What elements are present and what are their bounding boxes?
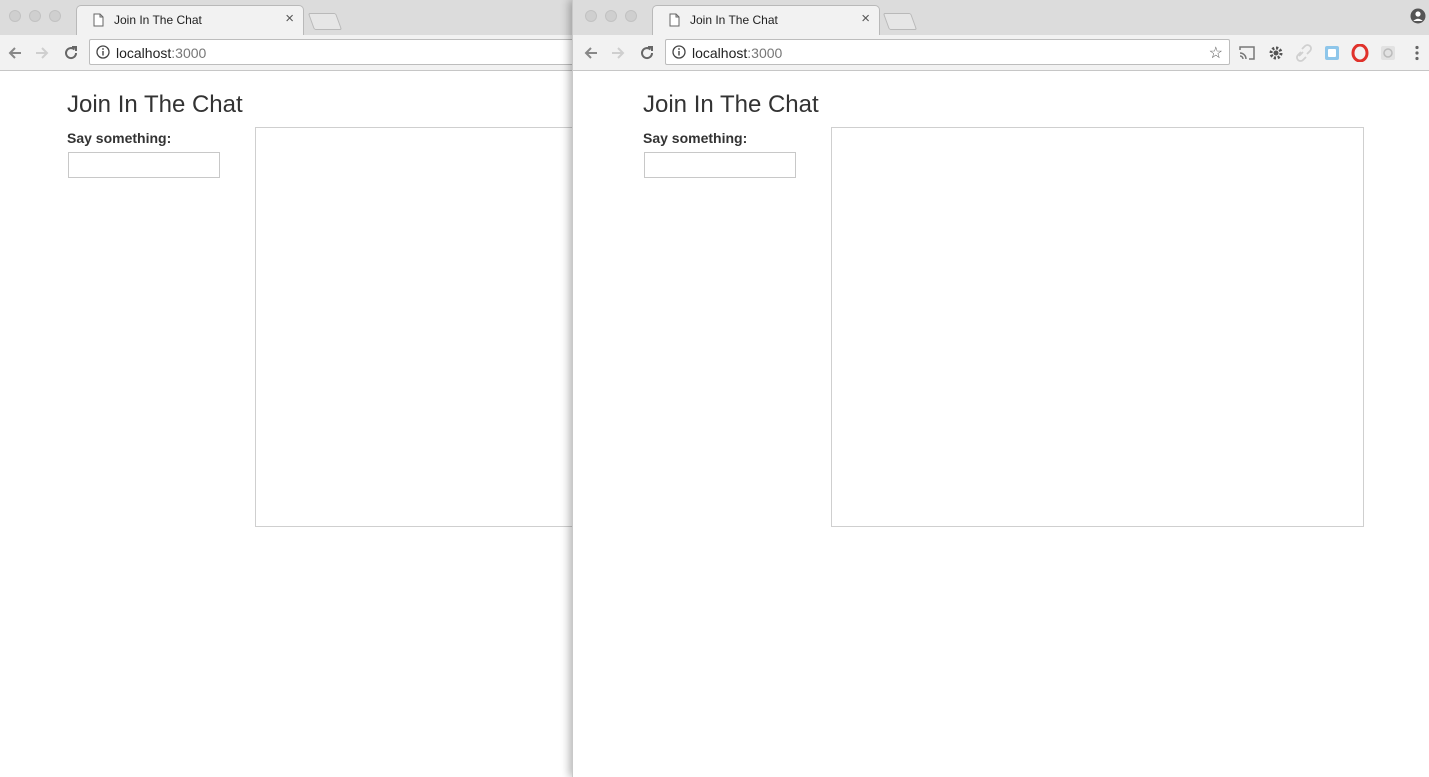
- profile-icon[interactable]: [1410, 8, 1426, 24]
- page-title: Join In The Chat: [67, 91, 243, 118]
- close-window-button[interactable]: [9, 10, 21, 22]
- message-input[interactable]: [68, 152, 220, 178]
- url-port: :3000: [171, 45, 207, 61]
- url-host: localhost: [692, 45, 748, 61]
- address-bar[interactable]: localhost:3000 ☆: [665, 39, 1230, 65]
- reload-icon[interactable]: [638, 44, 656, 62]
- browser-toolbar: localhost:3000 ☆: [573, 35, 1429, 71]
- cast-icon[interactable]: [1238, 44, 1256, 62]
- forward-arrow-icon[interactable]: [609, 44, 627, 62]
- tab-title: Join In The Chat: [690, 13, 778, 27]
- zoom-window-button[interactable]: [625, 10, 637, 22]
- minimize-window-button[interactable]: [29, 10, 41, 22]
- puzzle-extension-icon[interactable]: [1379, 44, 1397, 62]
- page-icon: [93, 13, 104, 27]
- info-icon[interactable]: [96, 45, 110, 59]
- back-arrow-icon[interactable]: [6, 44, 24, 62]
- close-tab-icon[interactable]: ×: [861, 11, 870, 26]
- info-icon[interactable]: [672, 45, 686, 59]
- menu-dots-icon[interactable]: [1408, 44, 1426, 62]
- page-title: Join In The Chat: [643, 91, 819, 118]
- say-something-label: Say something:: [643, 130, 748, 146]
- browser-toolbar: localhost:3000: [0, 35, 572, 71]
- zoom-window-button[interactable]: [49, 10, 61, 22]
- new-tab-button[interactable]: [307, 13, 343, 30]
- tab-title: Join In The Chat: [114, 13, 202, 27]
- page-content: Join In The Chat Say something:: [573, 71, 1429, 777]
- url-text: localhost:3000: [116, 45, 206, 61]
- tab-strip: Join In The Chat ×: [573, 0, 1429, 35]
- minimize-window-button[interactable]: [605, 10, 617, 22]
- link-extension-icon[interactable]: [1295, 44, 1313, 62]
- page-icon: [669, 13, 680, 27]
- message-input[interactable]: [644, 152, 796, 178]
- browser-window-right: Join In The Chat × localhost:3000 ☆ Join…: [572, 0, 1429, 777]
- close-tab-icon[interactable]: ×: [285, 11, 294, 26]
- say-something-label: Say something:: [67, 130, 172, 146]
- notes-extension-icon[interactable]: [1323, 44, 1341, 62]
- address-bar[interactable]: localhost:3000: [89, 39, 572, 65]
- opera-extension-icon[interactable]: [1351, 44, 1369, 62]
- chat-messages-box: [255, 127, 572, 527]
- back-arrow-icon[interactable]: [582, 44, 600, 62]
- chat-messages-box: [831, 127, 1364, 527]
- new-tab-button[interactable]: [882, 13, 918, 30]
- tab-join-chat[interactable]: Join In The Chat ×: [652, 5, 880, 35]
- page-content: Join In The Chat Say something:: [0, 71, 572, 777]
- url-port: :3000: [747, 45, 783, 61]
- close-window-button[interactable]: [585, 10, 597, 22]
- tab-strip: Join In The Chat ×: [0, 0, 572, 35]
- reload-icon[interactable]: [62, 44, 80, 62]
- forward-arrow-icon[interactable]: [33, 44, 51, 62]
- tab-join-chat[interactable]: Join In The Chat ×: [76, 5, 304, 35]
- url-host: localhost: [116, 45, 172, 61]
- gear-icon[interactable]: [1267, 44, 1285, 62]
- url-text: localhost:3000: [692, 45, 782, 61]
- bookmark-star-icon[interactable]: ☆: [1209, 43, 1223, 63]
- browser-window-left: Join In The Chat × localhost:3000 Join I…: [0, 0, 572, 777]
